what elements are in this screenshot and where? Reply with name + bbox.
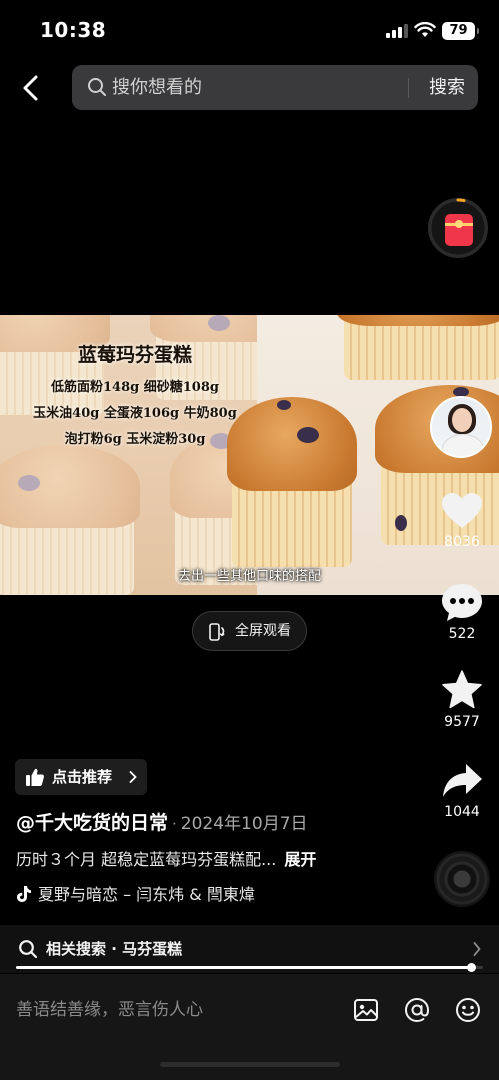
back-button[interactable] bbox=[14, 70, 50, 106]
status-time: 10:38 bbox=[40, 18, 107, 42]
search-divider bbox=[408, 78, 409, 98]
status-bar: 10:38 79 bbox=[0, 0, 499, 62]
wifi-icon bbox=[414, 22, 436, 37]
video-player[interactable]: 蓝莓玛芬蛋糕 低筋面粉148g 细砂糖108g 玉米油40g 全蛋液106g 牛… bbox=[0, 315, 499, 595]
like-button[interactable]: 8036 bbox=[432, 492, 492, 550]
blueberry bbox=[18, 475, 40, 491]
blueberry bbox=[277, 400, 291, 410]
recipe-overlay: 蓝莓玛芬蛋糕 低筋面粉148g 细砂糖108g 玉米油40g 全蛋液106g 牛… bbox=[0, 340, 270, 453]
progress-fill bbox=[16, 966, 472, 969]
music-disc-button[interactable] bbox=[434, 851, 490, 907]
favorite-button[interactable]: 9577 bbox=[432, 670, 492, 730]
battery-indicator: 79 bbox=[442, 22, 479, 40]
search-icon bbox=[88, 78, 106, 96]
fullscreen-label: 全屏观看 bbox=[235, 623, 291, 639]
chevron-right-icon bbox=[473, 942, 481, 956]
music-title: 夏野与暗恋 – 闫东炜 & 閆東煒 bbox=[38, 885, 255, 904]
comment-button[interactable]: 522 bbox=[432, 582, 492, 642]
share-arrow-icon bbox=[443, 764, 482, 797]
red-envelope-widget[interactable] bbox=[428, 198, 488, 258]
emoji-icon[interactable] bbox=[454, 996, 482, 1024]
video-subtitle: 去出一些其他口味的搭配 bbox=[177, 569, 321, 584]
expand-button[interactable]: 展开 bbox=[284, 850, 316, 869]
comment-count: 522 bbox=[448, 626, 476, 642]
share-count: 1044 bbox=[444, 804, 480, 820]
recipe-line: 玉米油40g 全蛋液106g 牛奶80g bbox=[33, 406, 237, 421]
fullscreen-button[interactable]: 全屏观看 bbox=[192, 611, 307, 651]
comment-input[interactable] bbox=[16, 988, 336, 1032]
comment-bubble-icon bbox=[442, 584, 482, 621]
blueberry bbox=[297, 427, 319, 443]
blueberry bbox=[208, 315, 230, 331]
search-icon bbox=[19, 940, 38, 959]
share-button[interactable]: 1044 bbox=[432, 762, 492, 820]
cellular-signal-icon bbox=[386, 24, 408, 38]
search-button[interactable]: 搜索 bbox=[422, 65, 472, 110]
recipe-line: 泡打粉6g 玉米淀粉30g bbox=[64, 432, 206, 447]
music-info[interactable]: 夏野与暗恋 – 闫东炜 & 閆東煒 bbox=[16, 881, 426, 905]
post-date: 2024年10月7日 bbox=[180, 814, 308, 834]
post-description: 历时３个月 超稳定蓝莓玛芬蛋糕配... 展开 bbox=[16, 846, 436, 870]
recipe-title: 蓝莓玛芬蛋糕 bbox=[77, 344, 192, 366]
description-text: 历时３个月 超稳定蓝莓玛芬蛋糕配... bbox=[16, 850, 277, 869]
search-bar[interactable]: 搜索 bbox=[72, 65, 478, 110]
author-avatar[interactable] bbox=[430, 396, 492, 458]
recommend-label: 点击推荐 bbox=[52, 768, 113, 786]
recipe-line: 低筋面粉148g 细砂糖108g bbox=[51, 380, 219, 395]
favorite-count: 9577 bbox=[444, 714, 480, 730]
chevron-right-icon bbox=[129, 771, 137, 783]
heart-icon bbox=[442, 493, 482, 528]
star-icon bbox=[442, 670, 482, 709]
rotate-phone-icon bbox=[209, 623, 225, 641]
author-line: @千大吃货的日常 · 2024年10月7日 bbox=[16, 808, 436, 835]
thumbs-up-icon bbox=[26, 768, 44, 786]
blueberry bbox=[395, 515, 407, 531]
video-progress-bar[interactable] bbox=[16, 963, 483, 972]
tiktok-note-icon bbox=[17, 886, 31, 902]
recommend-button[interactable]: 点击推荐 bbox=[15, 759, 147, 795]
home-indicator bbox=[160, 1062, 340, 1067]
search-input[interactable] bbox=[112, 65, 402, 110]
red-envelope-icon bbox=[445, 214, 473, 246]
comment-bar bbox=[0, 974, 499, 1080]
muffin-image bbox=[337, 315, 499, 380]
author-name[interactable]: @千大吃货的日常 bbox=[16, 812, 168, 834]
image-icon[interactable] bbox=[352, 996, 380, 1024]
like-count: 8036 bbox=[444, 534, 480, 550]
separator-dot: · bbox=[172, 815, 177, 833]
at-icon[interactable] bbox=[403, 996, 431, 1024]
